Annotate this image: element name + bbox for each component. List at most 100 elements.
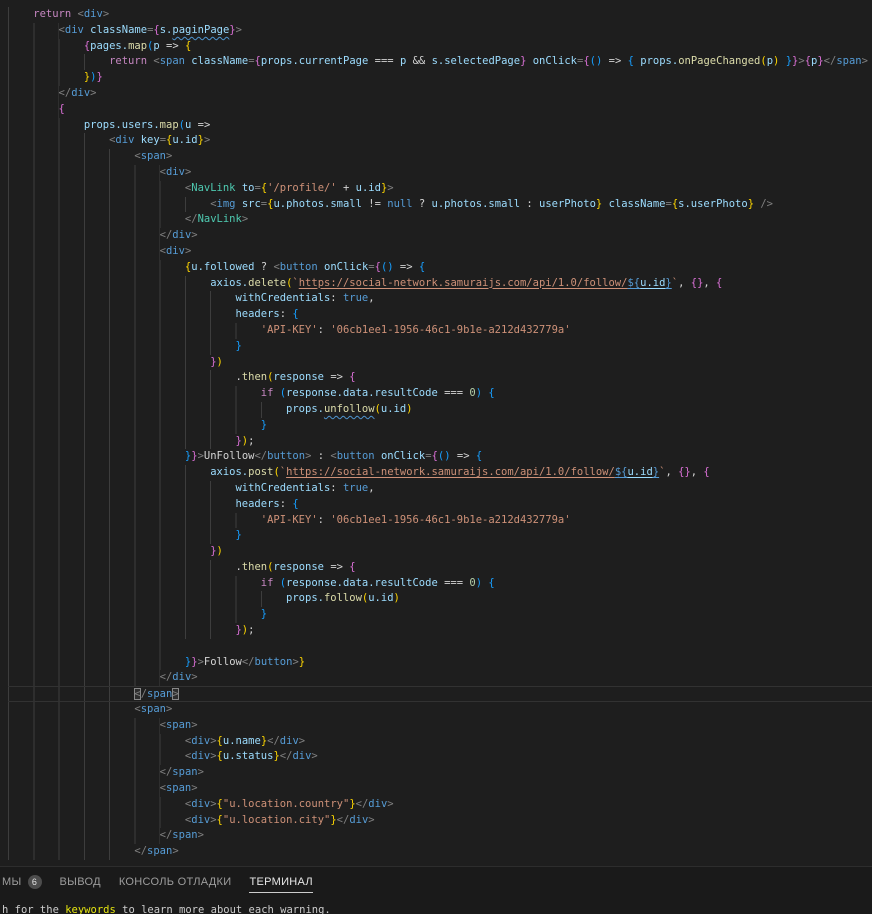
code-line[interactable]: })} [8, 70, 872, 86]
code-line[interactable]: <div>{"u.location.country"}</div> [8, 796, 872, 813]
code-line[interactable]: {u.followed ? <button onClick={() => { [8, 259, 872, 276]
code-token: div [172, 229, 192, 242]
code-token: } [298, 655, 306, 668]
code-line[interactable]: if (response.data.resultCode === 0) { [8, 386, 872, 402]
code-line[interactable]: <span> [8, 702, 872, 718]
indent-guides [8, 70, 84, 86]
code-token: ) [216, 355, 223, 368]
code-token: > [191, 671, 198, 684]
code-line[interactable]: } [8, 417, 872, 434]
code-token: && [406, 55, 432, 68]
code-token: delete [248, 276, 287, 289]
code-line[interactable]: return <span className={props.currentPag… [8, 54, 872, 71]
code-token: span [172, 766, 198, 779]
code-token: => [324, 560, 350, 573]
indent-guides [8, 22, 59, 39]
code-line[interactable]: <div>{u.status}</div> [8, 749, 872, 766]
code-token: </ [279, 750, 293, 763]
code-token: => [159, 39, 185, 52]
code-token: : [311, 450, 331, 463]
indent-guides [8, 575, 261, 592]
indent-guides [8, 702, 135, 718]
code-line[interactable]: }); [8, 433, 872, 450]
code-line[interactable]: }}>Follow</button>} [8, 654, 872, 671]
code-line[interactable]: <div>{"u.location.city"}</div> [8, 812, 872, 829]
code-token: response.data.resultCode [286, 576, 438, 589]
code-line[interactable]: <span> [8, 149, 872, 165]
code-line[interactable]: </span> [8, 828, 872, 845]
code-token: ${ [614, 466, 628, 479]
code-line[interactable]: <NavLink to={'/profile/' + u.id}> [8, 180, 872, 197]
code-line[interactable]: <div> [8, 164, 872, 181]
code-line[interactable]: } [8, 338, 872, 355]
code-line[interactable]: </NavLink> [8, 212, 872, 229]
code-token: span [165, 718, 192, 731]
code-token: : [520, 197, 540, 210]
indent-guides [8, 449, 185, 466]
code-token: u.id [368, 592, 394, 605]
code-line[interactable]: headers: { [8, 307, 872, 323]
code-token: div [279, 734, 299, 747]
code-line[interactable]: <span> [8, 717, 872, 734]
code-line[interactable]: axios.post(`https://social-network.samur… [8, 465, 872, 481]
indent-guides [8, 544, 211, 560]
code-token: u.id [380, 402, 407, 415]
code-line[interactable]: <img src={u.photos.small != null ? u.pho… [8, 196, 872, 213]
code-line[interactable]: props.users.map(u => [8, 117, 872, 134]
code-token: > [387, 797, 394, 810]
code-token: : [317, 513, 331, 526]
code-line[interactable]: } [8, 607, 872, 624]
code-line[interactable]: </div> [8, 85, 872, 102]
code-line-current[interactable]: </span> [8, 686, 872, 703]
code-line[interactable]: <div key={u.id}> [8, 133, 872, 150]
code-line[interactable]: <div>{u.name}</div> [8, 733, 872, 750]
code-line[interactable]: }) [8, 354, 872, 371]
indent-guides [8, 386, 261, 402]
tab-output[interactable]: ВЫВОД [60, 869, 101, 893]
code-line[interactable]: </span> [8, 844, 872, 861]
tab-problems[interactable]: МЫ 6 [2, 868, 42, 894]
code-line[interactable]: <div> [8, 243, 872, 260]
code-line[interactable]: .then(response => { [8, 370, 872, 387]
code-token: === [368, 55, 400, 68]
code-line[interactable]: withCredentials: true, [8, 480, 872, 497]
code-line[interactable]: <span> [8, 781, 872, 797]
code-token: { [349, 371, 356, 384]
code-line[interactable]: </div> [8, 670, 872, 687]
code-line[interactable]: return <div> [8, 7, 872, 23]
indent-guides [8, 401, 287, 418]
code-token: => [602, 55, 628, 68]
code-line[interactable]: if (response.data.resultCode === 0) { [8, 575, 872, 592]
code-token: > [172, 688, 179, 701]
code-line[interactable]: }}>UnFollow</button> : <button onClick={… [8, 449, 872, 466]
code-line[interactable]: </div> [8, 228, 872, 244]
code-line[interactable]: {pages.map(p => { [8, 38, 872, 55]
code-line[interactable]: 'API-KEY': '06cb1ee1-1956-46c1-9b1e-a212… [8, 322, 872, 339]
terminal-output[interactable]: h for the keywords to learn more about e… [0, 894, 872, 914]
code-token: > [241, 213, 249, 226]
code-line[interactable]: .then(response => { [8, 559, 872, 576]
code-token: </ [58, 86, 72, 99]
tab-terminal[interactable]: ТЕРМИНАЛ [249, 869, 313, 893]
code-line[interactable]: headers: { [8, 496, 872, 513]
code-line[interactable]: </span> [8, 765, 872, 782]
code-line[interactable]: } [8, 528, 872, 545]
code-line[interactable]: props.follow(u.id) [8, 591, 872, 608]
code-line[interactable]: }) [8, 544, 872, 560]
code-line[interactable]: 'API-KEY': '06cb1ee1-1956-46c1-9b1e-a212… [8, 512, 872, 529]
code-line[interactable] [8, 638, 872, 655]
code-token: /> [754, 197, 773, 210]
code-line[interactable]: props.unfollow(u.id) [8, 401, 872, 418]
terminal-highlighted-word: keywords [65, 904, 116, 914]
code-line[interactable]: withCredentials: true, [8, 291, 872, 308]
indent-guides [8, 670, 160, 687]
code-token: > [90, 86, 97, 99]
code-line[interactable]: axios.delete(`https://social-network.sam… [8, 275, 872, 292]
code-line[interactable]: { [8, 101, 872, 118]
code-line[interactable]: <div className={s.paginPage}> [8, 22, 872, 39]
code-line[interactable]: }); [8, 623, 872, 639]
indent-guides [8, 307, 236, 323]
code-editor[interactable]: return <div> <div className={s.paginPage}… [0, 0, 872, 866]
code-token: props. [286, 592, 324, 605]
tab-debug-console[interactable]: КОНСОЛЬ ОТЛАДКИ [119, 869, 232, 893]
